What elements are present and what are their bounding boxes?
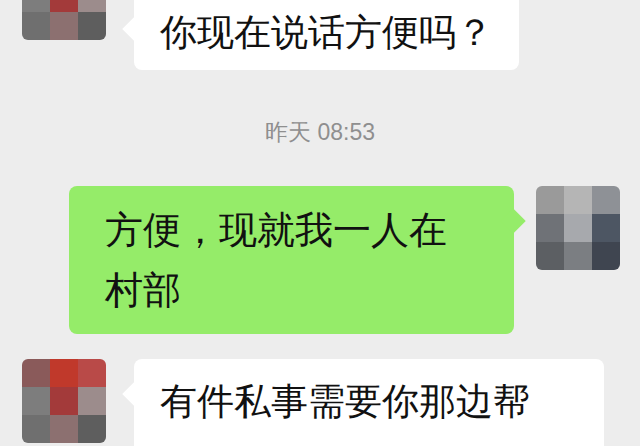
chat-window: 你现在说话方便吗？ 昨天 08:53 方便，现就我一人在村部有件私事需要你那边帮 [0,0,640,446]
received-message-row: 有件私事需要你那边帮 [0,359,640,446]
bubble-tail [122,16,147,41]
avatar-mosaic-tile [50,415,78,443]
avatar-mosaic-tile [78,12,106,40]
avatar-mosaic-tile [22,415,50,443]
avatar-mosaic-tile [22,359,50,387]
message-text: 方便，现就我一人在村部 [105,200,478,320]
avatar-mosaic-tile [22,12,50,40]
sent-message-row: 方便，现就我一人在村部 [0,186,640,334]
avatar-mosaic-tile [592,214,620,242]
avatar-mosaic-tile [564,242,592,270]
avatar-mosaic-tile [592,186,620,214]
avatar-mosaic-tile [592,242,620,270]
bubble-tail [122,381,147,406]
avatar-mosaic-tile [78,359,106,387]
avatar-mosaic-tile [564,186,592,214]
avatar-mosaic-tile [78,387,106,415]
avatar-mosaic-tile [50,359,78,387]
received-message-bubble[interactable]: 有件私事需要你那边帮 [134,359,604,446]
message-text: 你现在说话方便吗？ [160,12,493,53]
avatar-mosaic-tile [536,242,564,270]
timestamp-row: 昨天 08:53 [0,118,640,146]
message-text: 有件私事需要你那边帮 [160,381,530,422]
timestamp: 昨天 08:53 [265,118,375,146]
avatar-mosaic-tile [536,186,564,214]
avatar-image[interactable] [22,359,106,443]
avatar-mosaic-tile [78,0,106,12]
avatar-mosaic-tile [22,387,50,415]
avatar-mosaic-tile [22,0,50,12]
bubble-tail [500,208,525,233]
avatar-mosaic-tile [50,12,78,40]
avatar-mosaic-tile [50,0,78,12]
received-message-row: 你现在说话方便吗？ [0,0,640,70]
sent-message-bubble[interactable]: 方便，现就我一人在村部 [69,186,514,334]
received-message-bubble[interactable]: 你现在说话方便吗？ [134,0,519,70]
avatar-image[interactable] [22,0,106,40]
avatar-mosaic-tile [50,387,78,415]
avatar-mosaic-tile [78,415,106,443]
avatar-mosaic-tile [536,214,564,242]
avatar-image[interactable] [536,186,620,270]
avatar-mosaic-tile [564,214,592,242]
